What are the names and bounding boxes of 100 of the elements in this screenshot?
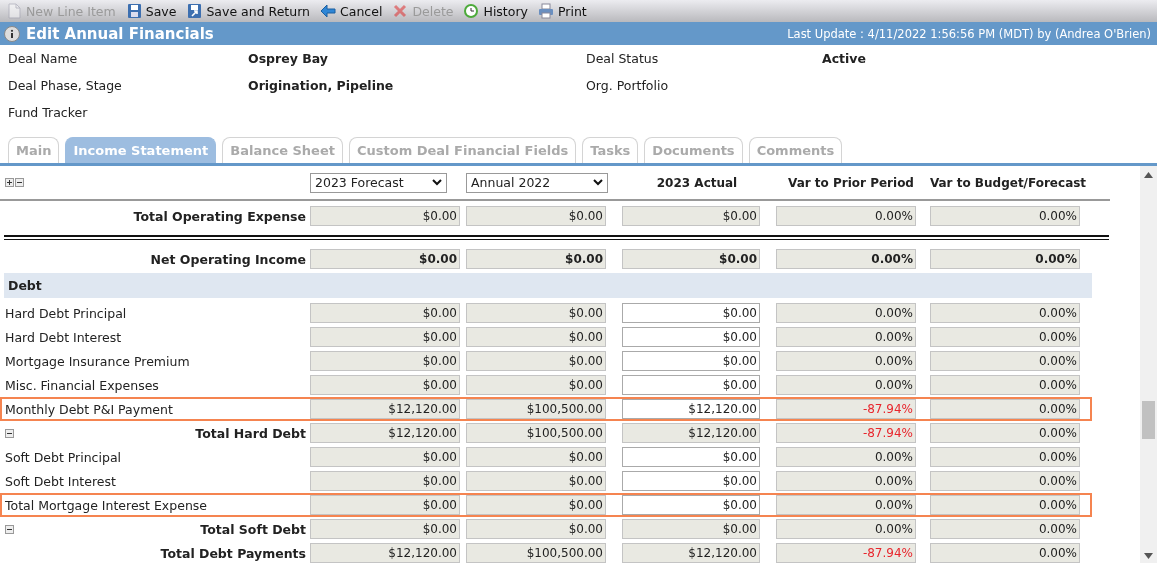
value-cell: -87.94% [776, 399, 916, 419]
value-cell: $12,120.00 [310, 399, 460, 419]
last-update-text: Last Update : 4/11/2022 1:56:56 PM (MDT) by (Andrea O'Brien) [787, 26, 1151, 41]
amount-field[interactable]: $0.00 [622, 447, 760, 467]
scrollbar-thumb[interactable] [1142, 401, 1155, 439]
value-cell: 0.00% [776, 447, 916, 467]
value-cell: $0.00 [466, 249, 606, 269]
column-header: Var to Budget/Forecast [928, 175, 1088, 190]
value-cell: $100,500.00 [466, 543, 606, 563]
amount-field[interactable]: $0.00 [622, 303, 760, 323]
value-cell: 0.00% [930, 303, 1080, 323]
scroll-up-icon[interactable] [1144, 172, 1153, 178]
row-label: Total Mortgage Interest Expense [4, 497, 209, 513]
toolbar-button[interactable]: Cancel [320, 3, 383, 19]
window-title: Edit Annual Financials [26, 24, 214, 43]
value-cell: $100,500.00 [466, 399, 606, 419]
value-cell: 0.00% [930, 249, 1080, 269]
period-dropdown[interactable]: 2023 Forecast [310, 172, 447, 193]
page-icon [6, 3, 22, 19]
amount-field[interactable]: $0.00 [622, 327, 760, 347]
value-cell: $0.00 [466, 327, 606, 347]
value-cell: $0.00 [310, 351, 460, 371]
total-label: Total Operating Expense [133, 208, 306, 224]
value-cell: $0.00 [466, 495, 606, 515]
amount-field[interactable]: $12,120.00 [622, 399, 760, 419]
section-heading: Debt [4, 273, 1092, 298]
field-label: Deal Name [8, 51, 79, 66]
value-cell: 0.00% [930, 519, 1080, 539]
value-cell: 0.00% [776, 351, 916, 371]
value-cell: $0.00 [622, 249, 760, 269]
total-label: Total Debt Payments [160, 545, 306, 561]
value-cell: $0.00 [310, 303, 460, 323]
amount-field[interactable]: $0.00 [622, 351, 760, 371]
value-cell: 0.00% [776, 206, 916, 226]
value-cell: $0.00 [310, 519, 460, 539]
row-label: Monthly Debt P&I Payment [4, 401, 174, 417]
toolbar-button[interactable]: Save and Return [186, 3, 311, 19]
value-cell: $12,120.00 [310, 543, 460, 563]
value-cell: 0.00% [930, 471, 1080, 491]
scrollbar[interactable] [1140, 166, 1157, 563]
value-cell: 0.00% [930, 495, 1080, 515]
value-cell: $0.00 [310, 206, 460, 226]
collapse-icon[interactable] [15, 178, 24, 187]
value-cell: 0.00% [776, 327, 916, 347]
toolbar-button[interactable]: Save [125, 3, 177, 19]
value-cell: $0.00 [466, 447, 606, 467]
cross-icon [392, 3, 409, 19]
scroll-down-icon[interactable] [1144, 553, 1153, 559]
value-cell: $0.00 [622, 519, 760, 539]
collapse-icon[interactable] [5, 524, 14, 534]
row-label: Hard Debt Principal [4, 305, 128, 321]
total-label: Total Hard Debt [195, 425, 306, 441]
value-cell: $0.00 [310, 249, 460, 269]
collapse-icon[interactable] [5, 428, 14, 438]
clock-icon [463, 3, 480, 19]
value-cell: -87.94% [776, 423, 916, 443]
printer-icon [537, 3, 554, 19]
value-cell: $0.00 [466, 303, 606, 323]
total-label: Total Soft Debt [200, 521, 306, 537]
value-cell: -87.94% [776, 543, 916, 563]
row-label: Hard Debt Interest [4, 329, 123, 345]
expand-icon[interactable] [5, 178, 14, 187]
value-cell: 0.00% [776, 375, 916, 395]
value-cell: $0.00 [466, 471, 606, 491]
value-cell: 0.00% [930, 375, 1080, 395]
value-cell: $0.00 [466, 375, 606, 395]
field-value: Active [822, 51, 867, 66]
value-cell: $0.00 [622, 206, 760, 226]
value-cell: 0.00% [776, 495, 916, 515]
value-cell: $0.00 [310, 327, 460, 347]
left-arrow-icon [320, 3, 337, 19]
value-cell: $0.00 [466, 206, 606, 226]
row-label: Mortgage Insurance Premium [4, 353, 191, 369]
toolbar-button[interactable]: Print [537, 3, 587, 19]
row-label: Misc. Financial Expenses [4, 377, 160, 393]
amount-field[interactable]: $0.00 [622, 471, 760, 491]
amount-field[interactable]: $0.00 [622, 495, 760, 515]
field-label: Org. Portfolio [586, 78, 670, 93]
column-header: 2023 Actual [655, 175, 739, 190]
value-cell: 0.00% [930, 399, 1080, 419]
row-label: Soft Debt Principal [4, 449, 123, 465]
value-cell: $0.00 [310, 495, 460, 515]
value-cell: 0.00% [930, 543, 1080, 563]
value-cell: 0.00% [776, 471, 916, 491]
toolbar-button[interactable]: History [463, 3, 528, 19]
column-header: Var to Prior Period [787, 175, 915, 190]
value-cell: 0.00% [776, 249, 916, 269]
value-cell: $0.00 [310, 471, 460, 491]
value-cell: $0.00 [310, 375, 460, 395]
field-value: Origination, Pipeline [248, 78, 395, 93]
field-label: Fund Tracker [8, 105, 89, 120]
value-cell: $12,120.00 [622, 543, 760, 563]
amount-field[interactable]: $0.00 [622, 375, 760, 395]
row-label: Soft Debt Interest [4, 473, 117, 489]
value-cell: $0.00 [466, 351, 606, 371]
value-cell: 0.00% [930, 351, 1080, 371]
field-value: Osprey Bay [248, 51, 329, 66]
value-cell: $100,500.00 [466, 423, 606, 443]
value-cell: 0.00% [930, 206, 1080, 226]
period-dropdown[interactable]: Annual 2022 [466, 172, 608, 193]
